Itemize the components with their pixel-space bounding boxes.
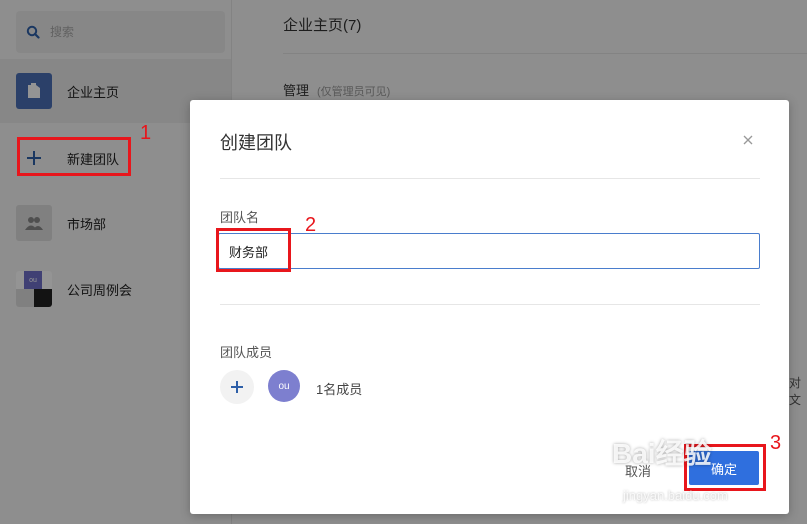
divider bbox=[220, 304, 760, 305]
plus-icon bbox=[231, 381, 243, 393]
close-icon[interactable] bbox=[740, 132, 756, 148]
team-name-label: 团队名 bbox=[220, 210, 260, 225]
step-number: 2 bbox=[305, 214, 317, 236]
members-label: 团队成员 bbox=[220, 345, 273, 360]
avatar: ou bbox=[268, 370, 300, 402]
highlight-box bbox=[17, 137, 131, 176]
divider bbox=[220, 178, 760, 179]
watermark-logo: Bai经验 bbox=[612, 438, 712, 469]
highlight-box bbox=[216, 228, 291, 272]
dialog-title: 创建团队 bbox=[220, 133, 292, 153]
member-count: 1名成员 bbox=[316, 382, 363, 397]
step-number: 3 bbox=[770, 432, 782, 454]
step-number: 1 bbox=[140, 122, 152, 144]
add-member-button[interactable] bbox=[220, 370, 254, 404]
watermark-url: jingyan.baidu.com bbox=[623, 488, 728, 503]
team-name-input[interactable] bbox=[218, 233, 760, 269]
